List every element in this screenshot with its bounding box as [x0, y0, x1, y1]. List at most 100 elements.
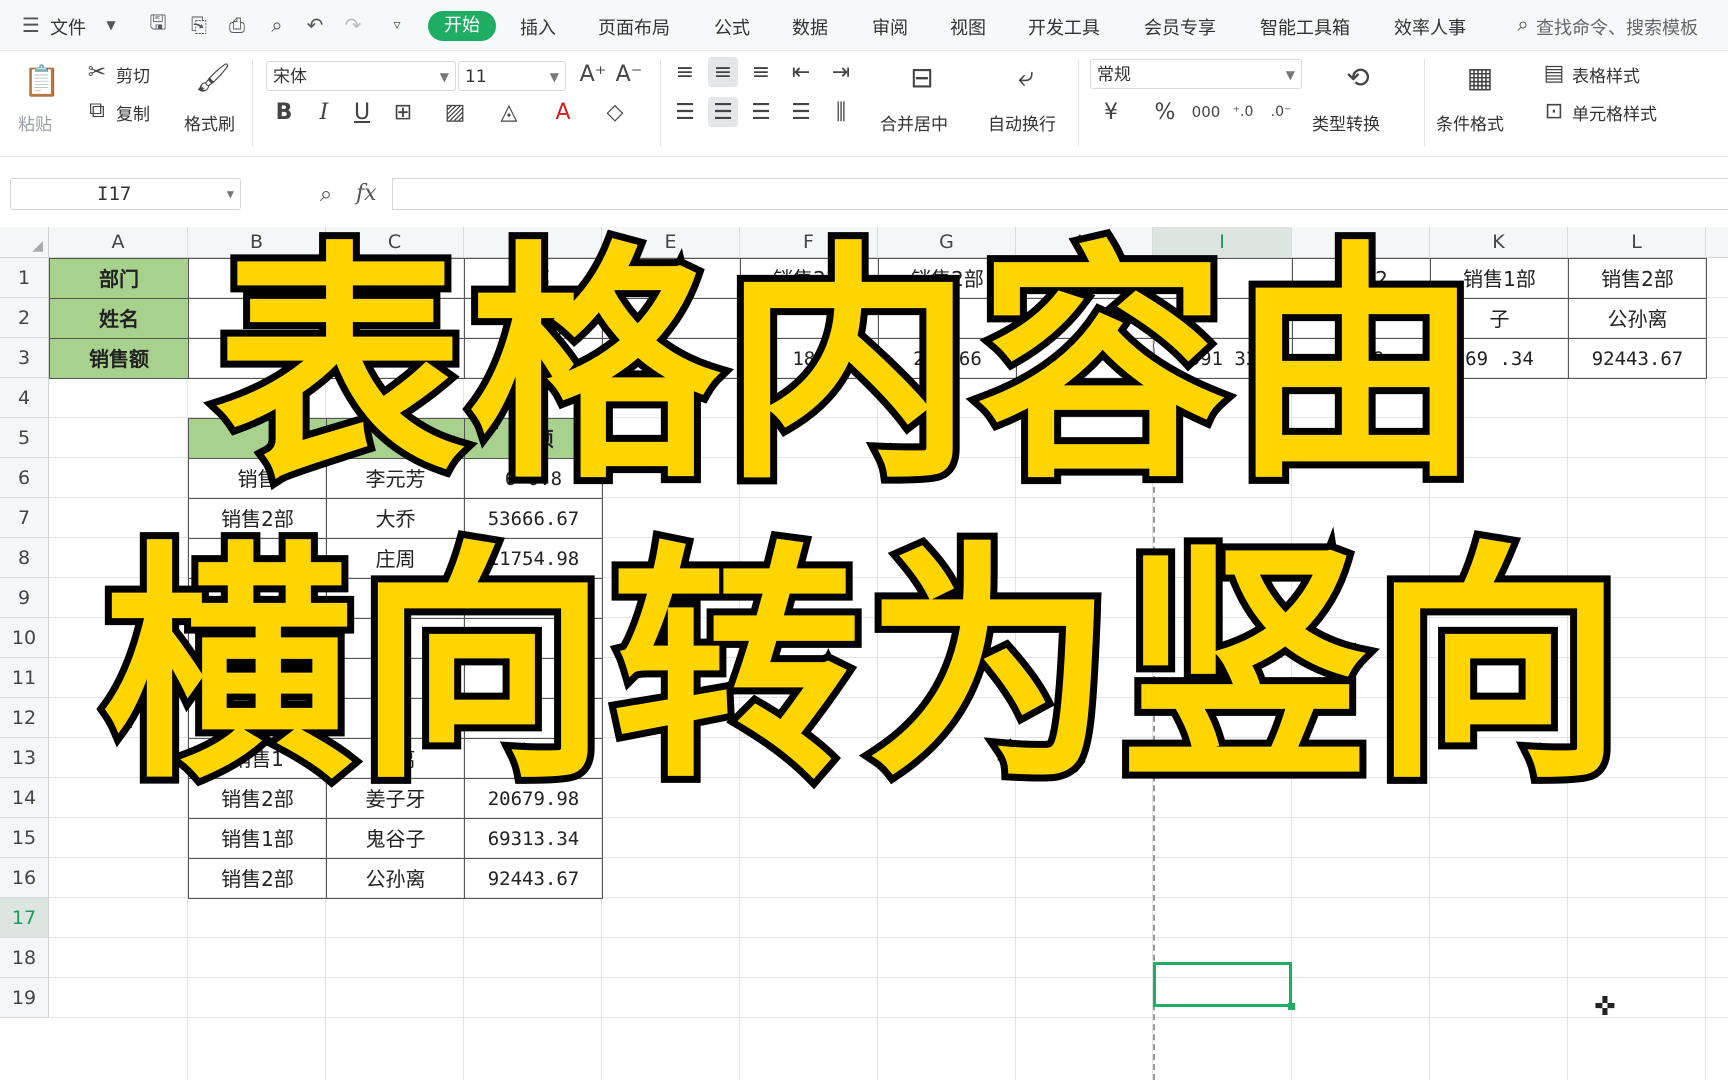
- currency-button[interactable]: ¥: [1096, 97, 1126, 127]
- name-box[interactable]: I17 ▼: [10, 178, 241, 210]
- format-painter-button[interactable]: 格式刷: [184, 110, 235, 135]
- file-menu[interactable]: 文件: [50, 14, 86, 40]
- select-all-corner[interactable]: ◢: [0, 227, 49, 258]
- type-convert-button[interactable]: 类型转换: [1312, 110, 1380, 135]
- wrap-text-icon[interactable]: ⤶: [1006, 57, 1046, 97]
- justify-icon[interactable]: ☰: [786, 97, 816, 127]
- cell-c16[interactable]: 公孙离: [326, 858, 465, 899]
- align-bottom-icon[interactable]: ≡: [746, 57, 776, 87]
- align-top-icon[interactable]: ≡: [670, 57, 700, 87]
- customize-toolbar-icon[interactable]: ▿: [384, 12, 410, 38]
- tab-insert[interactable]: 插入: [520, 14, 556, 40]
- cell-style-button[interactable]: 单元格样式: [1572, 100, 1657, 125]
- save-icon[interactable]: 🖫: [145, 10, 171, 38]
- row-header-18[interactable]: 18: [0, 938, 49, 978]
- font-color-icon[interactable]: A: [548, 97, 578, 127]
- increase-indent-icon[interactable]: ⇥: [826, 57, 856, 87]
- copy-button[interactable]: 复制: [116, 100, 150, 125]
- align-right-icon[interactable]: ☰: [746, 97, 776, 127]
- table-style-icon[interactable]: ▤: [1540, 59, 1568, 87]
- format-painter-icon[interactable]: 🖌: [195, 57, 231, 97]
- fx-button[interactable]: fx: [356, 181, 377, 206]
- cell-cursor-icon: ✜: [1594, 992, 1616, 1022]
- percent-button[interactable]: %: [1150, 97, 1180, 127]
- decrease-indent-icon[interactable]: ⇤: [786, 57, 816, 87]
- cell-b15[interactable]: 销售1部: [188, 818, 327, 859]
- tab-page-layout[interactable]: 页面布局: [598, 14, 670, 40]
- chevron-down-icon[interactable]: ▼: [98, 12, 124, 38]
- paste-button[interactable]: 粘贴: [18, 110, 52, 135]
- underline-button[interactable]: U: [348, 97, 376, 127]
- redo-icon[interactable]: ↷: [340, 12, 366, 38]
- italic-button[interactable]: I: [310, 97, 338, 127]
- distributed-icon[interactable]: ⫼: [826, 97, 856, 127]
- active-cell-selection[interactable]: [1153, 962, 1295, 1010]
- fill-pattern-icon[interactable]: ▨: [440, 97, 470, 127]
- zoom-formula-icon[interactable]: ⌕: [312, 180, 340, 208]
- tab-review[interactable]: 审阅: [872, 14, 908, 40]
- hamburger-menu-icon[interactable]: ☰: [18, 12, 44, 38]
- tab-view[interactable]: 视图: [950, 14, 986, 40]
- row-header-17[interactable]: 17: [0, 898, 49, 938]
- cell-style-icon[interactable]: ⊡: [1540, 97, 1568, 125]
- cell-b16[interactable]: 销售2部: [188, 858, 327, 899]
- tab-hr[interactable]: 效率人事: [1394, 14, 1466, 40]
- print-icon[interactable]: ⎙: [224, 12, 250, 38]
- decrease-decimal-icon[interactable]: .0⁻: [1266, 97, 1296, 127]
- align-center-icon[interactable]: ☰: [708, 97, 738, 127]
- increase-decimal-icon[interactable]: ⁺.0: [1228, 97, 1258, 127]
- conditional-format-icon[interactable]: ▦: [1460, 57, 1500, 97]
- paste-icon[interactable]: 📋: [22, 61, 62, 101]
- column-header-overflow[interactable]: [1706, 227, 1728, 258]
- font-size-select[interactable]: 11 ▼: [458, 61, 566, 91]
- tab-start[interactable]: 开始: [428, 11, 496, 41]
- command-search[interactable]: 查找命令、搜索模板: [1536, 14, 1698, 40]
- export-icon[interactable]: ⎘: [186, 12, 212, 38]
- merge-center-button[interactable]: 合并居中: [880, 110, 948, 135]
- font-name-select[interactable]: 宋体 ▼: [266, 61, 456, 91]
- scissors-icon[interactable]: ✂: [84, 59, 110, 85]
- thousands-button[interactable]: 000: [1188, 97, 1224, 127]
- borders-icon[interactable]: ⊞: [388, 97, 418, 127]
- tab-developer[interactable]: 开发工具: [1028, 14, 1100, 40]
- tab-smart-toolbox[interactable]: 智能工具箱: [1260, 14, 1350, 40]
- number-format-select[interactable]: 常规 ▼: [1090, 59, 1302, 89]
- row-header-1[interactable]: 1: [0, 258, 49, 298]
- formula-input[interactable]: [392, 178, 1728, 210]
- type-convert-icon[interactable]: ⟲: [1338, 57, 1378, 97]
- row-header-5[interactable]: 5: [0, 418, 49, 458]
- column-header-l[interactable]: L: [1568, 227, 1706, 258]
- decrease-font-icon[interactable]: A⁻: [614, 59, 644, 89]
- cell-d15[interactable]: 69313.34: [464, 818, 603, 859]
- clear-format-icon[interactable]: ◇: [600, 97, 630, 127]
- increase-font-icon[interactable]: A⁺: [578, 59, 608, 89]
- align-left-icon[interactable]: ☰: [670, 97, 700, 127]
- search-icon[interactable]: ⌕: [1510, 11, 1536, 37]
- conditional-format-button[interactable]: 条件格式: [1436, 110, 1504, 135]
- align-middle-icon[interactable]: ≡: [708, 57, 738, 87]
- cell-d16[interactable]: 92443.67: [464, 858, 603, 899]
- cell-c15[interactable]: 鬼谷子: [326, 818, 465, 859]
- tab-data[interactable]: 数据: [792, 14, 828, 40]
- tab-formulas[interactable]: 公式: [714, 14, 750, 40]
- row-header-3[interactable]: 3: [0, 338, 49, 378]
- row-header-2[interactable]: 2: [0, 298, 49, 338]
- cell-l2[interactable]: 公孙离: [1568, 298, 1707, 339]
- copy-icon[interactable]: ⧉: [84, 97, 110, 123]
- cut-button[interactable]: 剪切: [116, 62, 150, 87]
- bold-button[interactable]: B: [270, 97, 298, 127]
- wrap-text-button[interactable]: 自动换行: [988, 110, 1056, 135]
- merge-center-icon[interactable]: ⊟: [902, 57, 942, 97]
- cell-l3[interactable]: 92443.67: [1568, 338, 1707, 379]
- table-style-button[interactable]: 表格样式: [1572, 62, 1640, 87]
- fill-color-icon[interactable]: ◬: [494, 97, 524, 127]
- row-header-15[interactable]: 15: [0, 818, 49, 858]
- cell-l1[interactable]: 销售2部: [1568, 258, 1707, 299]
- row-header-19[interactable]: 19: [0, 978, 49, 1018]
- tab-member[interactable]: 会员专享: [1144, 14, 1216, 40]
- row-header-6[interactable]: 6: [0, 458, 49, 498]
- row-header-16[interactable]: 16: [0, 858, 49, 898]
- row-header-4[interactable]: 4: [0, 378, 49, 418]
- print-preview-icon[interactable]: ⌕: [264, 12, 290, 38]
- undo-icon[interactable]: ↶: [302, 12, 328, 38]
